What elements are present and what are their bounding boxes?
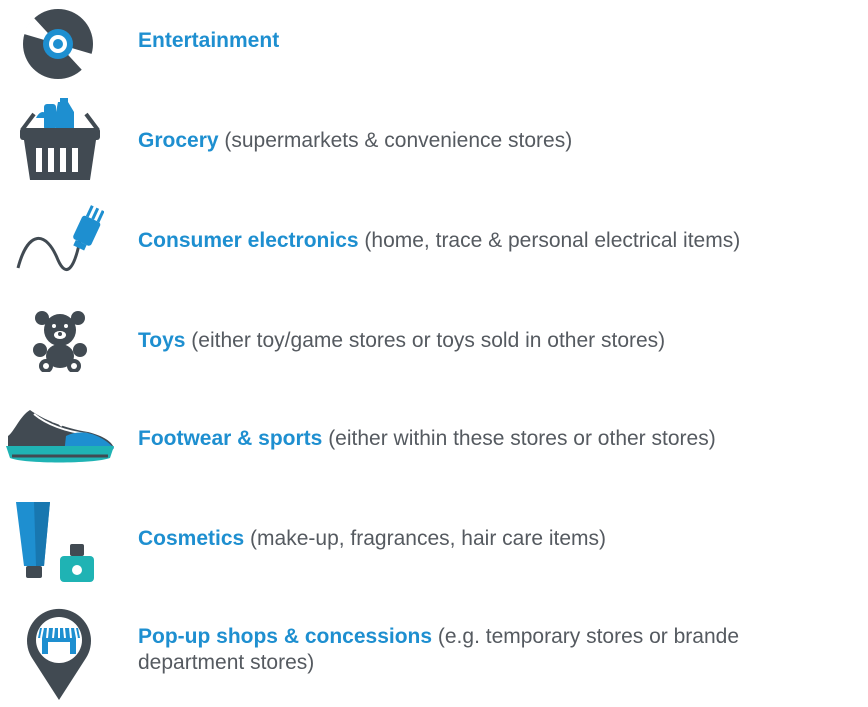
power-plug-icon: [16, 205, 104, 271]
category-label: Toys (either toy/game stores or toys sol…: [138, 328, 665, 354]
vinyl-disc-icon: [23, 9, 93, 79]
category-title: Cosmetics: [138, 527, 245, 550]
category-item-footwear-sports: Footwear & sports (either within these s…: [0, 388, 868, 486]
category-label: Consumer electronics (home, trace & pers…: [138, 228, 740, 254]
cosmetics-icon: [16, 502, 94, 582]
category-label: Cosmetics (make-up, fragrances, hair car…: [138, 526, 606, 552]
category-label: Pop-up shops & concessions (e.g. tempora…: [138, 624, 739, 676]
category-description: (home, trace & personal electrical items…: [358, 229, 741, 252]
category-title: Grocery: [138, 129, 219, 152]
category-item-cosmetics: Cosmetics (make-up, fragrances, hair car…: [0, 486, 868, 586]
category-description-line2: department stores): [138, 651, 315, 674]
category-description: (make-up, fragrances, hair care items): [244, 527, 607, 550]
category-item-toys: Toys (either toy/game stores or toys sol…: [0, 290, 868, 388]
category-title: Footwear & sports: [138, 427, 323, 450]
grocery-basket-icon: [20, 98, 100, 180]
retail-category-list: Entertainment Grocery (supermarkets & co…: [0, 0, 868, 707]
teddy-bear-icon: [33, 311, 87, 372]
category-item-entertainment: Entertainment: [0, 0, 868, 90]
popup-shop-pin-icon: [27, 608, 91, 700]
category-description: (either toy/game stores or toys sold in …: [185, 329, 666, 352]
category-label: Entertainment: [138, 28, 279, 54]
category-title: Consumer electronics: [138, 229, 359, 252]
sneaker-icon: [6, 410, 114, 463]
category-title: Toys: [138, 329, 186, 352]
category-description: (supermarkets & convenience stores): [218, 129, 573, 152]
category-label: Footwear & sports (either within these s…: [138, 426, 716, 452]
category-item-popup-shops: Pop-up shops & concessions (e.g. tempora…: [0, 586, 868, 707]
category-item-consumer-electronics: Consumer electronics (home, trace & pers…: [0, 190, 868, 290]
category-item-grocery: Grocery (supermarkets & convenience stor…: [0, 90, 868, 190]
category-label: Grocery (supermarkets & convenience stor…: [138, 128, 572, 154]
category-title: Entertainment: [138, 29, 280, 52]
category-title: Pop-up shops & concessions: [138, 625, 433, 648]
category-description: (e.g. temporary stores or brande: [432, 625, 740, 648]
category-description: (either within these stores or other sto…: [322, 427, 716, 450]
